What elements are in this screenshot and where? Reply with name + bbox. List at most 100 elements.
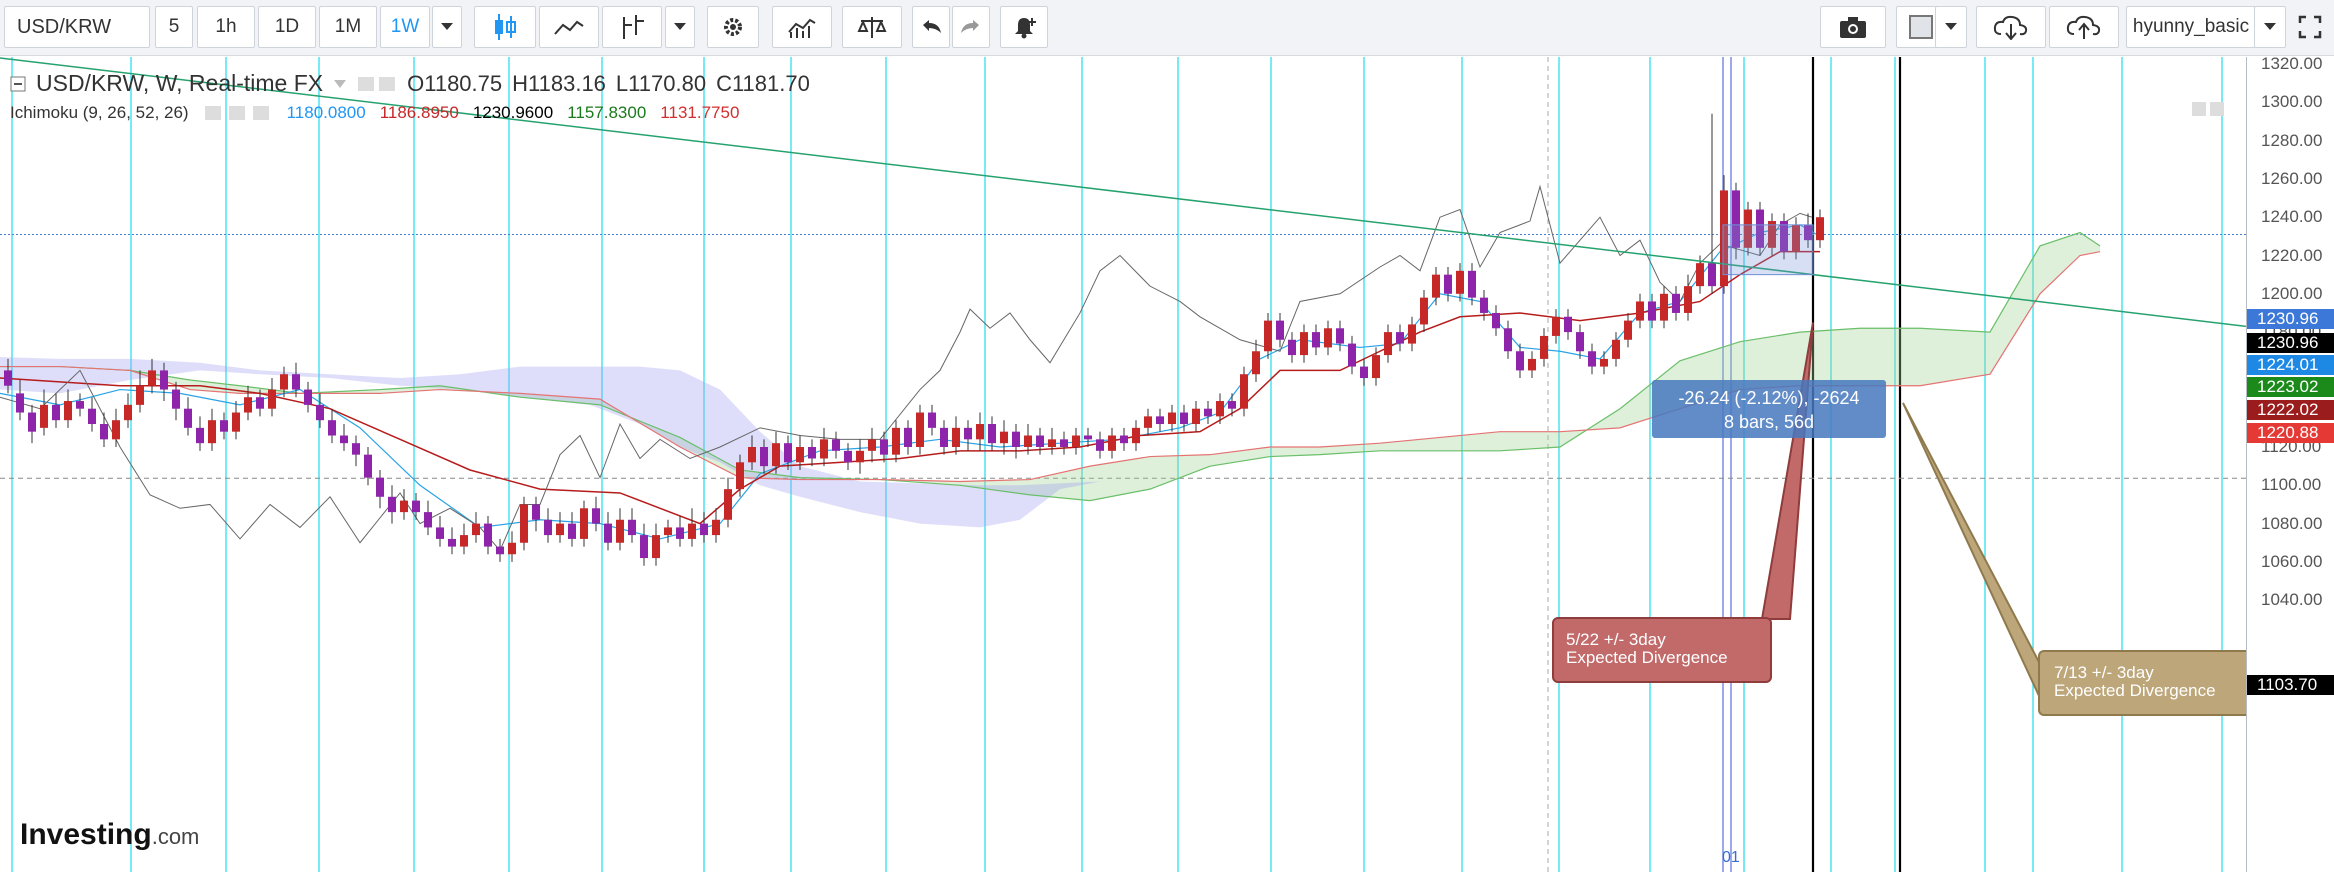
candle-body bbox=[1288, 339, 1296, 356]
chart-pane[interactable] bbox=[0, 57, 2247, 872]
divergence-callout-2[interactable]: 7/13 +/- 3day Expected Divergence bbox=[2038, 650, 2246, 716]
measure-tooltip[interactable]: -26.24 (-2.12%), -2624 8 bars, 56d bbox=[1652, 380, 1886, 438]
compare-button[interactable] bbox=[539, 6, 599, 48]
interval-5m-button[interactable]: 5 bbox=[155, 6, 193, 48]
candle-body bbox=[916, 412, 924, 447]
candle-body bbox=[1096, 439, 1104, 451]
candle-body bbox=[1660, 293, 1668, 321]
screenshot-button[interactable] bbox=[1820, 6, 1886, 48]
tenkan-value: 1180.0800 bbox=[286, 103, 366, 122]
callout-2-date: 7/13 +/- 3day bbox=[2054, 663, 2154, 682]
cloud-upload-icon bbox=[2066, 15, 2101, 39]
price-tag: 1230.96 bbox=[2247, 333, 2334, 353]
candle-body bbox=[784, 443, 792, 463]
candle-body bbox=[76, 401, 84, 409]
candle-body bbox=[736, 462, 744, 490]
indicators-dropdown-button[interactable] bbox=[665, 6, 695, 48]
collapse-icon[interactable] bbox=[10, 76, 26, 92]
price-axis[interactable]: 1320.00 1300.00 1280.00 1260.00 1240.00 1220.… bbox=[2246, 54, 2334, 872]
load-chart-button[interactable] bbox=[1976, 6, 2046, 48]
top-toolbar: USD/KRW 5 1h 1D 1M 1W hyunny_basic bbox=[0, 0, 2334, 56]
candle-body bbox=[808, 447, 816, 459]
interval-dropdown-button[interactable] bbox=[432, 6, 462, 48]
candle-body bbox=[1048, 439, 1056, 447]
candle-body bbox=[364, 454, 372, 478]
candle-body bbox=[160, 370, 168, 390]
candle-body bbox=[640, 535, 648, 559]
undo-button[interactable] bbox=[912, 6, 950, 48]
candle-body bbox=[136, 385, 144, 405]
candle-body bbox=[1252, 351, 1260, 375]
candles-style-button[interactable] bbox=[474, 6, 536, 48]
candle-body bbox=[256, 397, 264, 409]
price-tag: 1220.88 bbox=[2247, 423, 2334, 443]
candle-body bbox=[1708, 263, 1716, 287]
candle-body bbox=[856, 450, 864, 463]
candle-body bbox=[676, 527, 684, 539]
candle-body bbox=[760, 447, 768, 467]
candle-body bbox=[40, 404, 48, 428]
candle-body bbox=[88, 408, 96, 425]
candle-body bbox=[4, 370, 12, 386]
symbol-search-input[interactable]: USD/KRW bbox=[4, 6, 150, 48]
candle-body bbox=[304, 389, 312, 405]
candle-body bbox=[1072, 435, 1080, 447]
indicator-controls-icon[interactable] bbox=[203, 104, 273, 122]
candle-body bbox=[100, 424, 108, 440]
candle-body bbox=[124, 404, 132, 421]
interval-1m-button[interactable]: 1M bbox=[319, 6, 377, 48]
chevron-down-icon[interactable] bbox=[333, 79, 347, 89]
redo-button[interactable] bbox=[952, 6, 990, 48]
measure-range bbox=[1722, 224, 1814, 276]
candle-body bbox=[544, 519, 552, 536]
indicators-button[interactable] bbox=[602, 6, 662, 48]
interval-1w-button[interactable]: 1W bbox=[380, 6, 430, 48]
candle-body bbox=[220, 420, 228, 432]
study-templates-button[interactable] bbox=[772, 6, 832, 48]
low-value: L1170.80 bbox=[615, 70, 707, 96]
interval-1h-button[interactable]: 1h bbox=[197, 6, 255, 48]
alert-button[interactable] bbox=[1000, 6, 1048, 48]
candle-body bbox=[988, 424, 996, 444]
chikou-value: 1230.9600 bbox=[472, 103, 554, 122]
candle-body bbox=[1108, 435, 1116, 451]
candle-body bbox=[1156, 416, 1164, 425]
time-axis-label: 01 bbox=[1722, 849, 1740, 866]
candle-body bbox=[1120, 435, 1128, 444]
price-chart[interactable] bbox=[0, 57, 2247, 872]
candle-body bbox=[1324, 328, 1332, 348]
candle-body bbox=[604, 523, 612, 543]
compare-symbols-button[interactable] bbox=[842, 6, 902, 48]
fullscreen-icon bbox=[2298, 15, 2322, 39]
pane-controls-icon[interactable] bbox=[2190, 100, 2240, 118]
layout-dropdown-button[interactable] bbox=[1935, 6, 1967, 48]
callout-2-text: Expected Divergence bbox=[2054, 681, 2216, 700]
candle-body bbox=[1492, 312, 1500, 329]
candle-body bbox=[484, 523, 492, 547]
candle-body bbox=[292, 374, 300, 390]
high-value: H1183.16 bbox=[512, 70, 606, 96]
candle-body bbox=[424, 512, 432, 528]
interval-1d-button[interactable]: 1D bbox=[258, 6, 316, 48]
candle-body bbox=[1336, 328, 1344, 344]
candle-body bbox=[1420, 297, 1428, 325]
user-menu-button[interactable]: hyunny_basic bbox=[2126, 6, 2256, 48]
candle-body bbox=[580, 508, 588, 539]
price-tag: 1222.02 bbox=[2247, 400, 2334, 420]
candle-body bbox=[1588, 351, 1596, 367]
fullscreen-button[interactable] bbox=[2290, 6, 2330, 48]
divergence-callout-1[interactable]: 5/22 +/- 3day Expected Divergence bbox=[1552, 617, 1772, 683]
price-tick-label: 1320.00 bbox=[2261, 54, 2323, 73]
candle-body bbox=[436, 527, 444, 539]
chevron-down-icon bbox=[674, 23, 686, 30]
redo-icon bbox=[961, 20, 979, 33]
save-chart-button[interactable] bbox=[2049, 6, 2119, 48]
settings-button[interactable] bbox=[707, 6, 759, 48]
kijun-value: 1186.8950 bbox=[379, 103, 459, 122]
candle-body bbox=[964, 427, 972, 440]
visibility-settings-icon[interactable] bbox=[357, 75, 397, 93]
candle-body bbox=[532, 504, 540, 520]
bar-chart-icon bbox=[788, 18, 816, 38]
user-menu-dropdown[interactable] bbox=[2254, 6, 2286, 48]
price-tick-label: 1240.00 bbox=[2261, 207, 2323, 227]
